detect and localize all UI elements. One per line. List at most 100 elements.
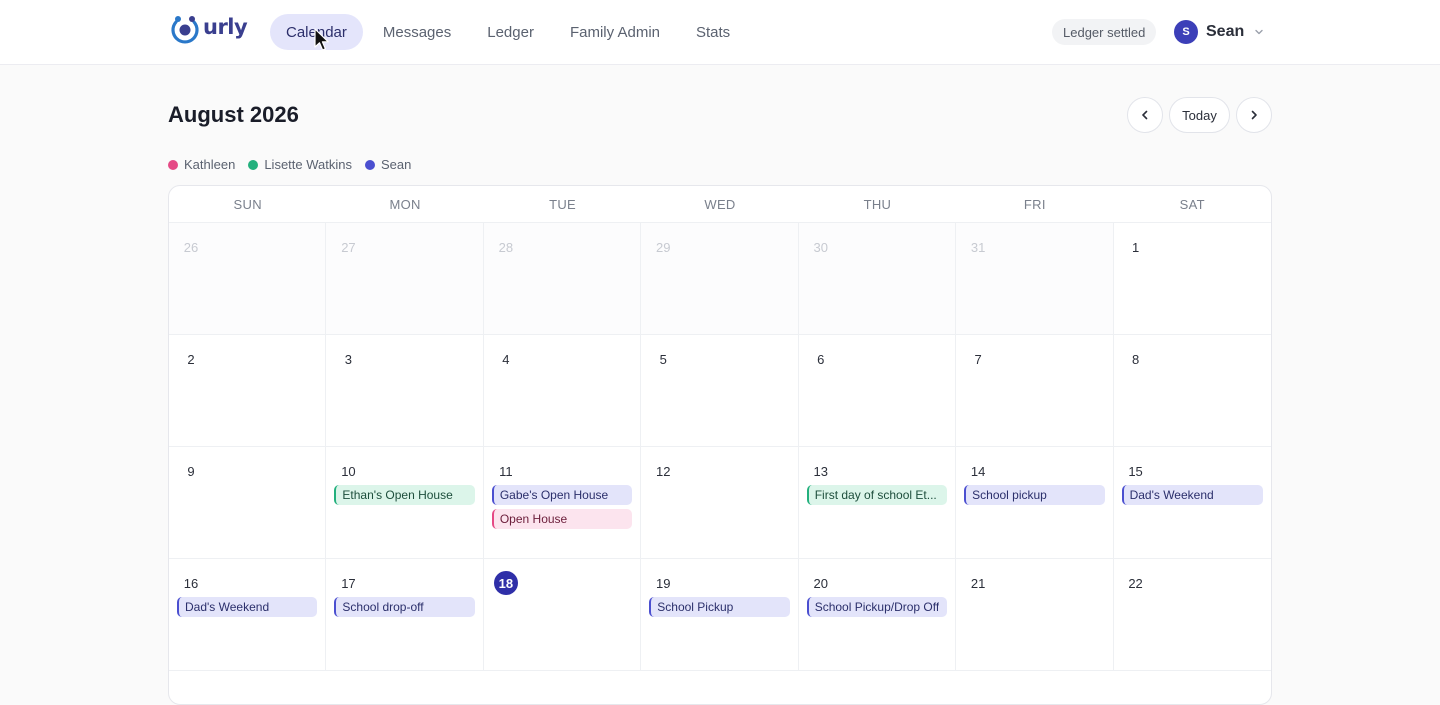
- nav-stats[interactable]: Stats: [680, 14, 746, 50]
- event-title: School Pickup/Drop Off: [814, 600, 940, 614]
- day-number: 1: [1131, 239, 1140, 255]
- nav-calendar[interactable]: Calendar: [270, 14, 363, 50]
- legend-label: Lisette Watkins: [264, 157, 352, 172]
- day-number: 10: [341, 463, 356, 479]
- chevron-right-icon: [1251, 110, 1257, 120]
- day-cell[interactable]: 14 School pickup: [956, 447, 1114, 559]
- day-number: 27: [341, 239, 356, 255]
- day-cell[interactable]: 30: [798, 223, 957, 335]
- day-cell[interactable]: 19 School Pickup: [641, 559, 799, 671]
- event-chip[interactable]: First day of school Et...: [806, 485, 948, 505]
- weekday-label: WED: [704, 196, 736, 212]
- day-number: 16: [183, 575, 199, 591]
- day-cell[interactable]: 8: [1113, 335, 1271, 447]
- day-number: 22: [1128, 575, 1143, 591]
- day-cell[interactable]: 29: [641, 223, 799, 335]
- day-number: 12: [656, 463, 671, 479]
- day-cell[interactable]: 9: [169, 447, 327, 559]
- event-list: Gabe's Open House Open House: [491, 485, 633, 529]
- today-day-number: 18: [493, 571, 518, 595]
- event-chip[interactable]: School drop-off: [334, 597, 475, 617]
- event-chip[interactable]: Open House: [491, 509, 633, 529]
- day-cell[interactable]: 26: [169, 223, 327, 335]
- day-cell[interactable]: 28: [483, 223, 642, 335]
- day-cell[interactable]: 10 Ethan's Open House: [326, 447, 484, 559]
- weekday-header: SUN MON TUE WED THU FRI SAT: [169, 186, 1271, 223]
- chevron-down-icon: [1255, 29, 1263, 35]
- day-cell[interactable]: 2: [169, 335, 327, 447]
- event-chip[interactable]: School Pickup/Drop Off: [806, 597, 948, 617]
- day-number: 17: [341, 575, 356, 591]
- nav-ledger[interactable]: Ledger: [471, 14, 550, 50]
- day-number: 3: [344, 351, 353, 367]
- legend-item: Lisette Watkins: [248, 157, 352, 172]
- day-cell[interactable]: 17 School drop-off: [326, 559, 484, 671]
- day-cell[interactable]: 4: [483, 335, 642, 447]
- day-cell[interactable]: 31: [956, 223, 1114, 335]
- legend-color-dot: [248, 159, 259, 170]
- day-cell[interactable]: 16 Dad's Weekend: [169, 559, 327, 671]
- day-number: 4: [502, 351, 510, 367]
- day-cell[interactable]: 15 Dad's Weekend: [1113, 447, 1271, 559]
- event-chip[interactable]: School Pickup: [649, 597, 790, 617]
- day-number: 7: [974, 351, 982, 367]
- day-cell[interactable]: 21: [956, 559, 1114, 671]
- day-number: 31: [970, 239, 986, 255]
- weekday-label: FRI: [1023, 196, 1046, 212]
- event-chip[interactable]: Dad's Weekend: [177, 597, 318, 617]
- user-menu[interactable]: S Sean: [1174, 19, 1264, 45]
- day-cell[interactable]: 27: [326, 223, 484, 335]
- next-month-button[interactable]: [1236, 97, 1272, 133]
- event-chip[interactable]: Dad's Weekend: [1121, 485, 1263, 505]
- day-cell[interactable]: 1: [1113, 223, 1271, 335]
- logo[interactable]: urly: [169, 13, 248, 45]
- calendar-legend: Kathleen Lisette Watkins Sean: [168, 157, 424, 172]
- event-chip[interactable]: School pickup: [964, 485, 1105, 505]
- day-cell[interactable]: 20 School Pickup/Drop Off: [798, 559, 957, 671]
- legend-label: Sean: [381, 157, 412, 172]
- day-number: 29: [656, 239, 671, 255]
- day-number: 14: [970, 463, 986, 479]
- event-title: First day of school Et...: [814, 488, 937, 502]
- chevron-left-icon: [1142, 110, 1148, 120]
- weekday-label: THU: [863, 196, 892, 212]
- event-title: Gabe's Open House: [499, 488, 609, 502]
- day-cell[interactable]: 7: [956, 335, 1114, 447]
- top-header: urly Calendar Messages Ledger Family Adm…: [0, 0, 1440, 65]
- event-title: School pickup: [972, 488, 1047, 502]
- weekday-label: SAT: [1179, 196, 1205, 212]
- event-chip[interactable]: Gabe's Open House: [491, 485, 633, 505]
- day-cell[interactable]: 6: [798, 335, 957, 447]
- logo-icon: [171, 16, 199, 44]
- event-list: School Pickup: [649, 597, 790, 617]
- day-number: 8: [1131, 351, 1140, 367]
- event-title: Ethan's Open House: [342, 488, 453, 502]
- event-title: School drop-off: [342, 600, 424, 614]
- event-title: Dad's Weekend: [1129, 488, 1214, 502]
- event-list: School drop-off: [334, 597, 475, 617]
- legend-item: Kathleen: [168, 157, 235, 172]
- month-calendar: SUN MON TUE WED THU FRI SAT 26 27 28 29 30 31 1 2 3 4 5 6…: [168, 185, 1272, 705]
- event-list: Dad's Weekend: [1121, 485, 1263, 505]
- day-cell[interactable]: 22: [1113, 559, 1271, 671]
- main-nav: Calendar Messages Ledger Family Admin St…: [270, 14, 750, 50]
- day-cell[interactable]: 13 First day of school Et...: [798, 447, 957, 559]
- day-cell[interactable]: 5: [641, 335, 799, 447]
- calendar-grid: 26 27 28 29 30 31 1 2 3 4 5 6 7 8 9 10 Ethan's Open Hous…: [169, 223, 1271, 671]
- day-number: 13: [813, 463, 828, 479]
- month-title: August 2026: [168, 102, 299, 127]
- day-number: 5: [659, 351, 667, 367]
- prev-month-button[interactable]: [1127, 97, 1163, 133]
- day-cell[interactable]: 18: [483, 559, 642, 671]
- event-chip[interactable]: Ethan's Open House: [334, 485, 475, 505]
- day-cell[interactable]: 12: [641, 447, 799, 559]
- nav-messages[interactable]: Messages: [367, 14, 467, 50]
- event-title: School Pickup: [657, 600, 734, 614]
- event-title: Dad's Weekend: [185, 600, 270, 614]
- day-number: 28: [498, 239, 514, 255]
- day-cell[interactable]: 11 Gabe's Open House Open House: [483, 447, 642, 559]
- today-button[interactable]: Today: [1169, 97, 1230, 133]
- day-cell[interactable]: 3: [326, 335, 484, 447]
- event-list: Ethan's Open House: [334, 485, 475, 505]
- nav-family-admin[interactable]: Family Admin: [554, 14, 676, 50]
